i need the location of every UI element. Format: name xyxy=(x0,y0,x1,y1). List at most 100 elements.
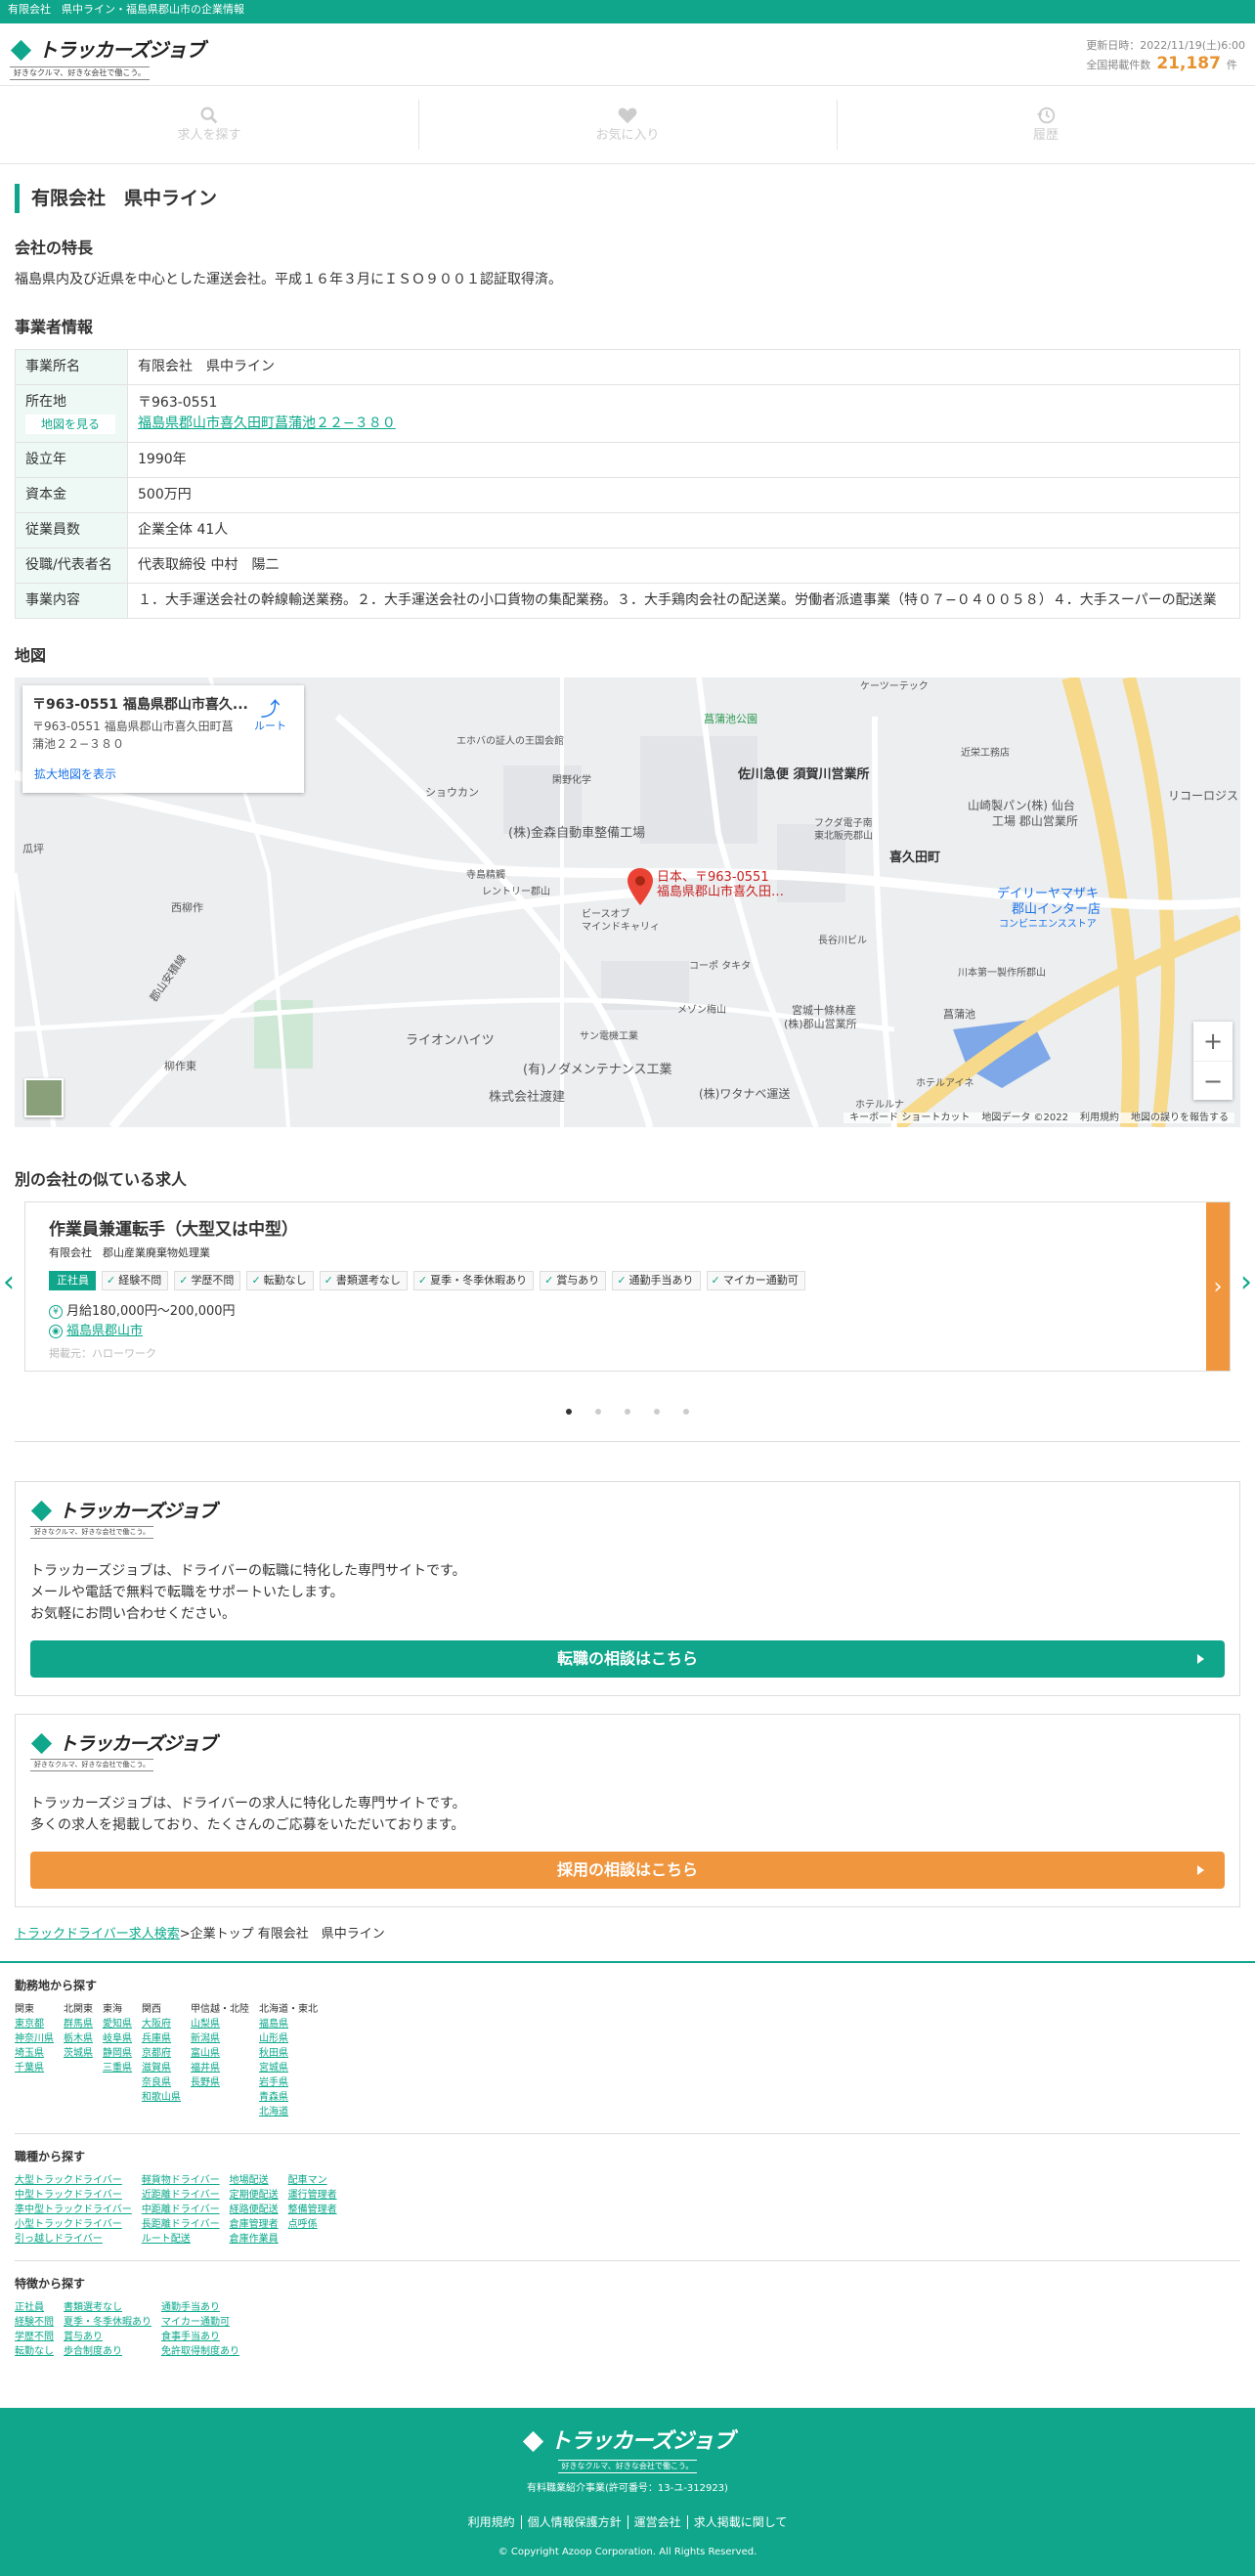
footer-search-link[interactable]: 茨城県 xyxy=(64,2046,93,2061)
carousel-prev-icon[interactable]: ‹ xyxy=(3,1260,15,1304)
address-link[interactable]: 福島県郡山市喜久田町菖蒲池２２−３８０ xyxy=(138,415,396,431)
footer-search-link[interactable]: 千葉県 xyxy=(15,2061,54,2075)
footer-search-link[interactable]: 中型トラックドライバー xyxy=(15,2188,132,2203)
footer-search-link[interactable]: 滋賀県 xyxy=(142,2061,181,2075)
footer-search-link[interactable]: 山梨県 xyxy=(191,2017,249,2031)
footer-search-link[interactable]: 引っ越しドライバー xyxy=(15,2232,132,2247)
zoom-in-button[interactable]: + xyxy=(1193,1022,1233,1061)
footer-search-link[interactable]: 経験不問 xyxy=(15,2315,54,2330)
carousel-dot[interactable] xyxy=(566,1409,572,1415)
hiring-consult-button[interactable]: 採用の相談はこちら xyxy=(30,1851,1225,1889)
footer-search-link[interactable]: 倉庫作業員 xyxy=(230,2232,279,2247)
enlarge-map-link[interactable]: 拡大地図を表示 xyxy=(34,765,116,783)
footer-link[interactable]: 求人掲載に関して xyxy=(686,2515,794,2529)
zoom-out-button[interactable]: − xyxy=(1193,1061,1233,1101)
footer-search-link[interactable]: 歩合制度あり xyxy=(64,2344,151,2359)
career-consult-button[interactable]: 転職の相談はこちら xyxy=(30,1639,1225,1678)
footer-search-link[interactable]: 富山県 xyxy=(191,2046,249,2061)
footer-link[interactable]: 個人情報保護方針 xyxy=(520,2515,628,2529)
breadcrumb-link[interactable]: トラックドライバー求人検索 xyxy=(15,1927,180,1942)
footer-search-link[interactable]: 転勤なし xyxy=(15,2344,54,2359)
footer-search-link[interactable]: 中距離ドライバー xyxy=(142,2203,220,2217)
view-map-button[interactable]: 地図を見る xyxy=(25,415,116,434)
footer-search-link[interactable]: 秋田県 xyxy=(259,2046,318,2061)
footer-search-link[interactable]: 通勤手当あり xyxy=(161,2300,239,2315)
footer-link[interactable]: 利用規約 xyxy=(462,2515,521,2529)
carousel-dot[interactable] xyxy=(625,1409,630,1415)
footer-search-link[interactable]: 書類選考なし xyxy=(64,2300,151,2315)
footer-search-link[interactable]: 倉庫管理者 xyxy=(230,2217,279,2232)
similar-jobs-carousel: ‹ 作業員兼運転手（大型又は中型） 有限会社 郡山産業廃棄物処理業 正社員 経験… xyxy=(3,1201,1252,1372)
link-column-head: 関東 xyxy=(15,2004,34,2015)
footer-search-link[interactable]: 福井県 xyxy=(191,2061,249,2075)
link-column: 関東東京都 神奈川県 埼玉県 千葉県 xyxy=(15,2002,54,2119)
footer-search-link[interactable]: 近距離ドライバー xyxy=(142,2188,220,2203)
footer-search-link[interactable]: 正社員 xyxy=(15,2300,54,2315)
carousel-next-icon[interactable]: › xyxy=(1240,1260,1252,1304)
nav-favorites[interactable]: お気に入り xyxy=(418,86,837,163)
footer-link[interactable]: 運営会社 xyxy=(627,2515,687,2529)
job-detail-button[interactable]: › xyxy=(1206,1202,1230,1371)
footer-search-link[interactable]: 夏季・冬季休暇あり xyxy=(64,2315,151,2330)
footer-search-link[interactable]: 軽貨物ドライバー xyxy=(142,2173,220,2188)
footer-search-link[interactable]: 運行管理者 xyxy=(288,2188,337,2203)
footer-search-link[interactable]: 免許取得制度あり xyxy=(161,2344,239,2359)
footer-search-link[interactable]: 東京都 xyxy=(15,2017,54,2031)
footer-search-link[interactable]: 三重県 xyxy=(103,2061,132,2075)
footer-search-link[interactable]: 岩手県 xyxy=(259,2075,318,2090)
footer-search-link[interactable]: 長野県 xyxy=(191,2075,249,2090)
footer-search-link[interactable]: 埼玉県 xyxy=(15,2046,54,2061)
footer-search-link[interactable]: 配車マン xyxy=(288,2173,337,2188)
footer-search-link[interactable]: 福島県 xyxy=(259,2017,318,2031)
footer-search-link[interactable]: マイカー通勤可 xyxy=(161,2315,239,2330)
footer-search-link[interactable]: 愛知県 xyxy=(103,2017,132,2031)
footer-search-link[interactable]: 群馬県 xyxy=(64,2017,93,2031)
footer-search-link[interactable]: 宮城県 xyxy=(259,2061,318,2075)
footer-search-link[interactable]: 賞与あり xyxy=(64,2330,151,2344)
footer-search-link[interactable]: 青森県 xyxy=(259,2090,318,2105)
job-card[interactable]: 作業員兼運転手（大型又は中型） 有限会社 郡山産業廃棄物処理業 正社員 経験不問… xyxy=(24,1201,1231,1372)
footer-search-link[interactable]: 準中型トラックドライバー xyxy=(15,2203,132,2217)
footer-search-link[interactable]: 和歌山県 xyxy=(142,2090,181,2105)
footer-search-link[interactable]: 岐阜県 xyxy=(103,2031,132,2046)
footer-search-link[interactable]: 大阪府 xyxy=(142,2017,181,2031)
footer-search-link[interactable]: 大型トラックドライバー xyxy=(15,2173,132,2188)
footer-search-link[interactable]: 神奈川県 xyxy=(15,2031,54,2046)
footer-logo[interactable]: トラッカーズジョブ 好きなクルマ、好きな会社で働こう。 xyxy=(0,2425,1255,2473)
location-pin[interactable] xyxy=(628,868,653,912)
carousel-dot[interactable] xyxy=(654,1409,660,1415)
footer-search-link[interactable]: 長距離ドライバー xyxy=(142,2217,220,2232)
footer-search-link[interactable]: 整備管理者 xyxy=(288,2203,337,2217)
link-column: 正社員 経験不問 学歴不問 転勤なし xyxy=(15,2300,54,2359)
embedded-map[interactable]: 菖蒲池公園 佐川急便 須賀川営業所 喜久田町 (株)金森自動車整備工場 デイリー… xyxy=(15,677,1240,1127)
footer-search-link[interactable]: 京都府 xyxy=(142,2046,181,2061)
route-button[interactable]: ⤴ ルート xyxy=(254,699,286,735)
nav-history[interactable]: 履歴 xyxy=(837,86,1255,163)
footer-search-link[interactable]: 地場配送 xyxy=(230,2173,279,2188)
footer-search-link[interactable]: 奈良県 xyxy=(142,2075,181,2090)
footer-search-link[interactable]: 点呼係 xyxy=(288,2217,337,2232)
link-column: 北海道・東北 福島県 山形県 秋田県 宮城県 岩手県 青森県 北海道 xyxy=(259,2002,318,2119)
link-column: 東海愛知県 岐阜県 静岡県 三重県 xyxy=(103,2002,132,2119)
link-column-head: 東海 xyxy=(103,2004,122,2015)
footer-search-link[interactable]: 山形県 xyxy=(259,2031,318,2046)
history-icon xyxy=(1036,107,1056,123)
footer-search-link[interactable]: 新潟県 xyxy=(191,2031,249,2046)
job-location-link[interactable]: 福島県郡山市 xyxy=(66,1324,143,1338)
footer-search-link[interactable]: 静岡県 xyxy=(103,2046,132,2061)
nav-search[interactable]: 求人を探す xyxy=(0,86,418,163)
footer-search-link[interactable]: 食事手当あり xyxy=(161,2330,239,2344)
site-logo[interactable]: トラッカーズジョブ 好きなクルマ、好きな会社で働こう。 xyxy=(10,35,205,80)
footer-search-link[interactable]: ルート配送 xyxy=(142,2232,220,2247)
footer-search-link[interactable]: 経路便配送 xyxy=(230,2203,279,2217)
link-column-head: 甲信越・北陸 xyxy=(191,2004,249,2015)
footer-search-link[interactable]: 北海道 xyxy=(259,2105,318,2119)
footer-search-link[interactable]: 学歴不問 xyxy=(15,2330,54,2344)
footer-search-link[interactable]: 兵庫県 xyxy=(142,2031,181,2046)
footer-search-link[interactable]: 小型トラックドライバー xyxy=(15,2217,132,2232)
map-pin-icon xyxy=(628,868,653,905)
carousel-dot[interactable] xyxy=(595,1409,601,1415)
footer-search-link[interactable]: 栃木県 xyxy=(64,2031,93,2046)
carousel-dot[interactable] xyxy=(683,1409,689,1415)
footer-search-link[interactable]: 定期便配送 xyxy=(230,2188,279,2203)
